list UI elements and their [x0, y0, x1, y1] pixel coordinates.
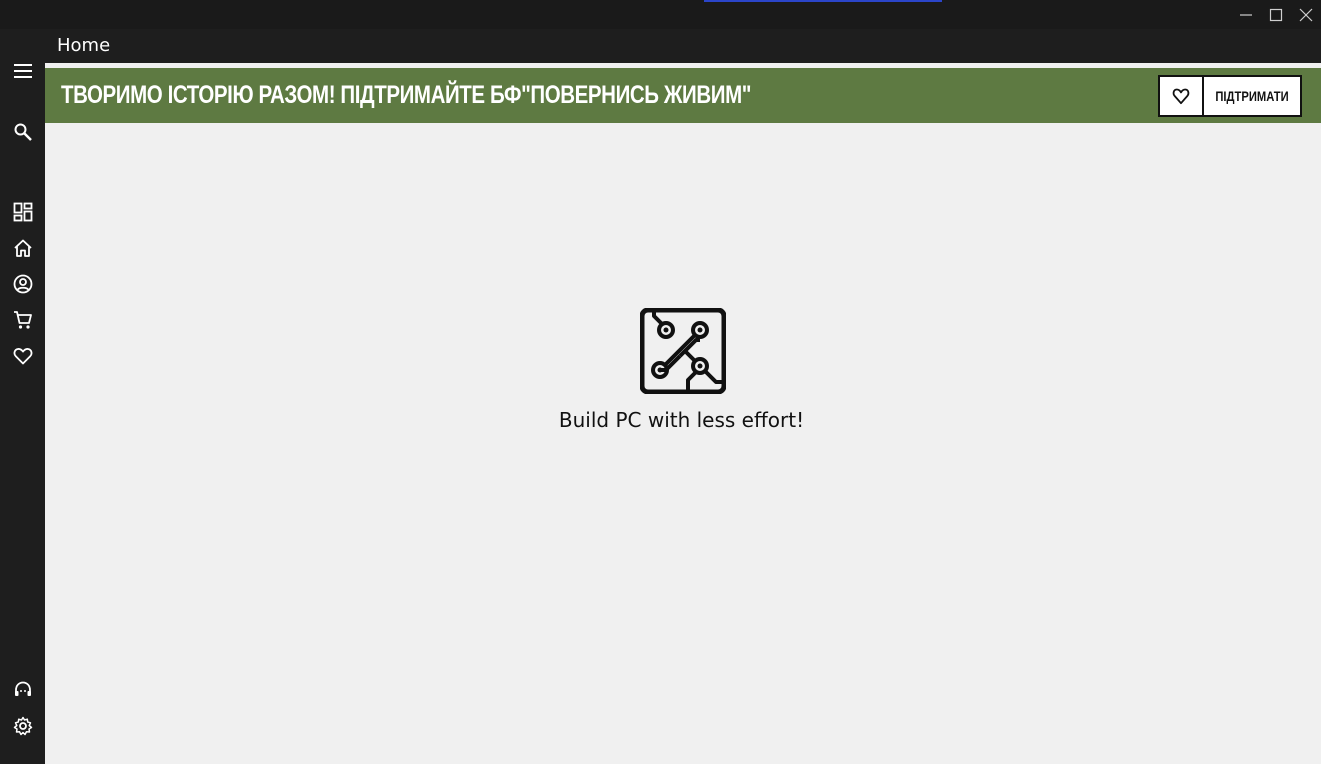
support-icon	[15, 681, 31, 696]
support-button-label[interactable]: ПІДТРИМАТИ	[1214, 77, 1291, 115]
minimize-button[interactable]	[1231, 0, 1261, 29]
titlebar-accent-line	[704, 0, 942, 2]
window-controls	[1231, 0, 1321, 29]
search-button[interactable]	[10, 119, 36, 145]
support-heart-button[interactable]	[1160, 77, 1204, 115]
tagline: Build PC with less effort!	[558, 408, 805, 432]
sidebar-item-home[interactable]	[10, 235, 36, 261]
settings-icon	[13, 716, 33, 736]
sidebar-item-cart[interactable]	[10, 307, 36, 333]
close-icon	[1299, 8, 1313, 21]
maximize-button[interactable]	[1261, 0, 1291, 29]
favorites-icon	[13, 348, 33, 365]
sidebar	[0, 29, 45, 764]
window-titlebar	[0, 0, 1321, 29]
page-header: Home	[45, 29, 1321, 63]
main-content: ТВОРИМО ІСТОРІЮ РАЗОМ! ПІДТРИМАЙТЕ БФ"ПО…	[45, 63, 1321, 764]
circuit-board-icon	[639, 307, 727, 395]
close-button[interactable]	[1291, 0, 1321, 29]
search-icon	[14, 123, 32, 141]
menu-icon	[14, 64, 32, 78]
minimize-icon	[1240, 13, 1252, 16]
home-icon	[14, 239, 32, 257]
heart-icon	[1172, 88, 1190, 105]
support-banner: ТВОРИМО ІСТОРІЮ РАЗОМ! ПІДТРИМАЙТЕ БФ"ПО…	[45, 68, 1321, 123]
account-icon	[13, 274, 33, 294]
menu-button[interactable]	[10, 58, 36, 84]
cart-icon	[14, 311, 32, 329]
page-title: Home	[57, 35, 111, 56]
app-logo	[639, 307, 727, 395]
settings-button[interactable]	[10, 713, 36, 739]
maximize-icon	[1269, 8, 1283, 21]
support-button[interactable]	[10, 677, 36, 703]
support-widget[interactable]: ПІДТРИМАТИ	[1158, 75, 1302, 117]
sidebar-item-account[interactable]	[10, 271, 36, 297]
banner-text: ТВОРИМО ІСТОРІЮ РАЗОМ! ПІДТРИМАЙТЕ БФ"ПО…	[61, 81, 752, 109]
sidebar-item-dashboard[interactable]	[10, 199, 36, 225]
sidebar-item-favorites[interactable]	[10, 343, 36, 369]
dashboard-icon	[13, 202, 33, 222]
